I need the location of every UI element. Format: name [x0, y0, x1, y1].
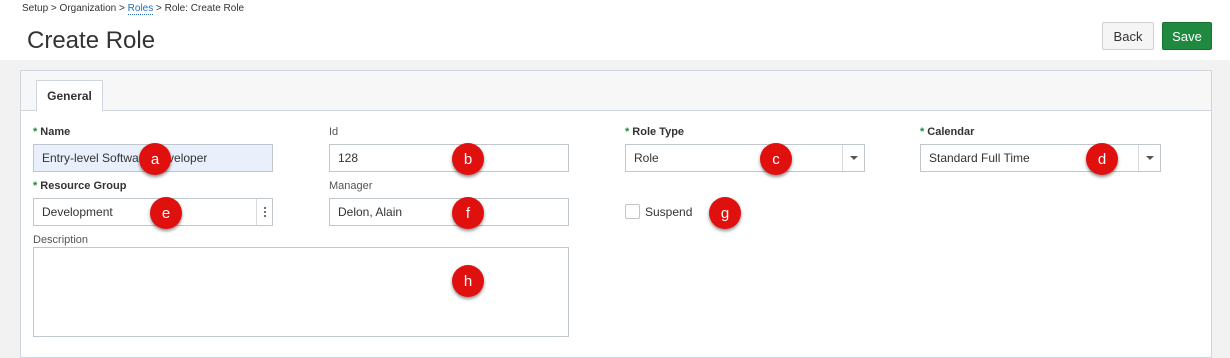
calendar-select[interactable]: Standard Full Time	[920, 144, 1161, 172]
tab-general[interactable]: General	[36, 80, 103, 112]
chevron-down-icon[interactable]	[1138, 145, 1160, 171]
id-label: Id	[329, 126, 339, 138]
role-type-label: * Role Type	[625, 126, 685, 138]
more-options-icon[interactable]	[256, 199, 272, 225]
required-star-icon: *	[33, 180, 38, 192]
calendar-label: * Calendar	[920, 126, 975, 138]
chevron-down-icon[interactable]	[842, 145, 864, 171]
breadcrumb-separator: >	[48, 3, 60, 14]
description-label: Description	[33, 234, 89, 246]
required-star-icon: *	[920, 126, 925, 138]
required-star-icon: *	[33, 126, 38, 138]
required-star-icon: *	[625, 126, 630, 138]
id-input[interactable]: 128	[329, 144, 569, 172]
annotation-marker-e: e	[150, 197, 182, 229]
breadcrumb-organization: Organization	[59, 3, 117, 14]
role-type-select[interactable]: Role	[625, 144, 865, 172]
annotation-marker-d: d	[1086, 143, 1118, 175]
breadcrumb-separator: >	[153, 3, 165, 14]
breadcrumb-separator: >	[116, 3, 128, 14]
breadcrumb-current: Role: Create Role	[164, 3, 245, 14]
save-button[interactable]: Save	[1162, 22, 1212, 50]
resource-group-label: * Resource Group	[33, 180, 127, 192]
annotation-marker-b: b	[452, 143, 484, 175]
back-button[interactable]: Back	[1102, 22, 1154, 50]
page-title: Create Role	[27, 27, 156, 54]
breadcrumb-roles-link[interactable]: Roles	[127, 3, 154, 15]
annotation-marker-h: h	[452, 265, 484, 297]
annotation-marker-f: f	[452, 197, 484, 229]
annotation-marker-a: a	[139, 143, 171, 175]
manager-label: Manager	[329, 180, 373, 192]
manager-input[interactable]: Delon, Alain	[329, 198, 569, 226]
suspend-label: Suspend	[645, 205, 693, 219]
breadcrumb: Setup > Organization > Roles > Role: Cre…	[22, 3, 245, 15]
annotation-marker-c: c	[760, 143, 792, 175]
description-textarea[interactable]	[33, 247, 569, 337]
suspend-checkbox[interactable]	[625, 204, 640, 219]
name-label: * Name	[33, 126, 71, 138]
annotation-marker-g: g	[709, 197, 741, 229]
breadcrumb-setup: Setup	[22, 3, 49, 14]
tab-bar	[21, 71, 1211, 111]
